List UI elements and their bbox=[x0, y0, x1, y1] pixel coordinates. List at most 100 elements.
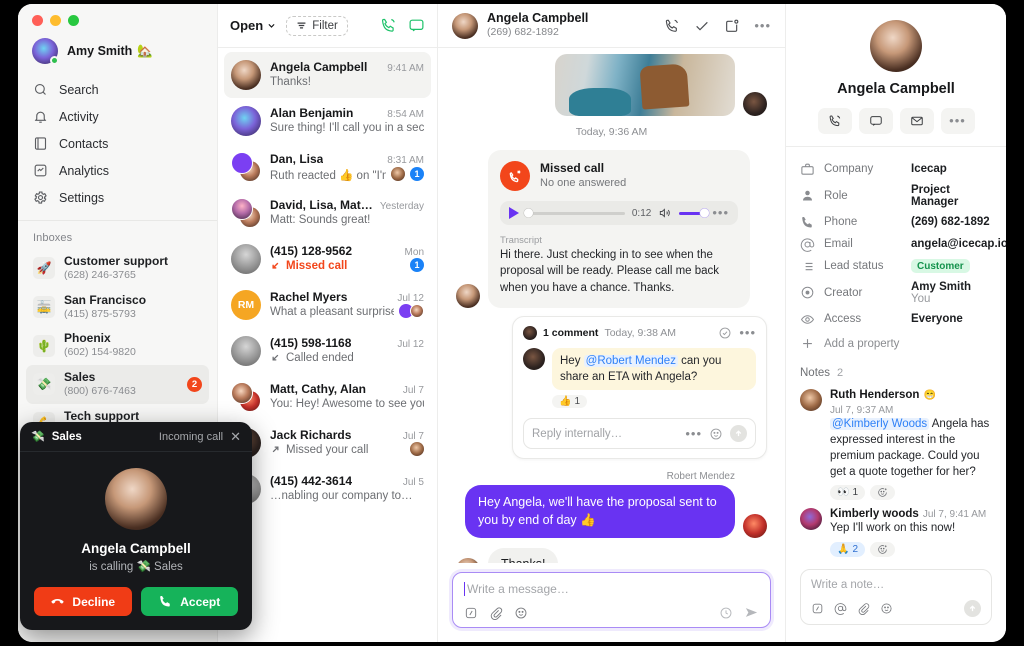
new-message-icon[interactable] bbox=[408, 17, 425, 34]
property-key: Lead status bbox=[824, 260, 884, 272]
note-composer[interactable]: Write a note… bbox=[800, 569, 992, 626]
inbox-item-san-francisco[interactable]: 🚋 San Francisco (415) 875-5793 bbox=[26, 288, 209, 327]
note-text: Yep I'll work on this now! bbox=[830, 522, 956, 535]
new-call-icon[interactable] bbox=[380, 17, 397, 34]
add-reaction-button[interactable] bbox=[870, 485, 896, 501]
inbox-item-phoenix[interactable]: 🌵 Phoenix (602) 154-9820 bbox=[26, 326, 209, 365]
avatar bbox=[231, 106, 261, 136]
play-button[interactable] bbox=[509, 207, 519, 219]
mention-icon[interactable] bbox=[834, 602, 847, 616]
filter-button[interactable]: Filter bbox=[286, 15, 348, 36]
reply-more-icon[interactable]: ••• bbox=[685, 427, 702, 440]
property-access[interactable]: Access Everyone bbox=[800, 308, 992, 330]
property-lead-status[interactable]: Lead status Customer bbox=[800, 255, 992, 277]
conversation-item[interactable]: Jack Richards Jul 7 Missed your call bbox=[224, 420, 431, 466]
photo-attachment[interactable] bbox=[555, 54, 735, 116]
eye-icon bbox=[800, 314, 815, 324]
conversation-item[interactable]: Angela Campbell 9:41 AM Thanks! bbox=[224, 52, 431, 98]
conversation-item[interactable]: RM Rachel Myers Jul 12 What a pleasant s… bbox=[224, 282, 431, 328]
comment-mention[interactable]: @Robert Mendez bbox=[583, 354, 678, 367]
message-composer[interactable]: Write a message… bbox=[452, 571, 771, 628]
send-note-button[interactable] bbox=[964, 600, 981, 618]
volume-knob[interactable] bbox=[700, 208, 710, 218]
conversation-time: Jul 7 bbox=[402, 431, 424, 442]
more-options-icon[interactable]: ••• bbox=[754, 19, 771, 32]
note-reaction[interactable]: 🙏 2 bbox=[830, 542, 866, 558]
conversation-time: 8:54 AM bbox=[387, 109, 424, 120]
open-filter-dropdown[interactable]: Open bbox=[230, 18, 276, 33]
resolve-comment-icon[interactable] bbox=[718, 326, 732, 340]
current-user[interactable]: Amy Smith 🏡 bbox=[18, 26, 217, 74]
template-icon[interactable] bbox=[464, 606, 478, 620]
sidebar-item-settings[interactable]: Settings bbox=[26, 184, 209, 211]
audio-player[interactable]: 0:12 ••• bbox=[500, 201, 738, 225]
sidebar-item-activity[interactable]: Activity bbox=[26, 103, 209, 130]
conversation-preview: Missed your call bbox=[286, 444, 369, 456]
audio-more-icon[interactable]: ••• bbox=[712, 206, 729, 219]
minimize-window-button[interactable] bbox=[50, 15, 61, 26]
note-mention[interactable]: @Kimberly Woods bbox=[830, 418, 930, 430]
conversation-preview: Matt: Sounds great! bbox=[270, 214, 371, 226]
message-icon bbox=[869, 116, 882, 126]
volume-icon[interactable] bbox=[658, 206, 672, 220]
maximize-window-button[interactable] bbox=[68, 15, 79, 26]
message-row: Thanks! bbox=[456, 548, 767, 563]
property-phone[interactable]: Phone (269) 682-1892 bbox=[800, 211, 992, 233]
sidebar-item-search[interactable]: Search bbox=[26, 76, 209, 103]
inbox-item-sales[interactable]: 💸 Sales (800) 676-7463 2 bbox=[26, 364, 209, 404]
call-icon[interactable] bbox=[664, 18, 680, 34]
comment-more-icon[interactable]: ••• bbox=[739, 326, 756, 339]
add-reaction-button[interactable] bbox=[870, 542, 896, 558]
conversation-item[interactable]: David, Lisa, Matt, Alan Yesterday Matt: … bbox=[224, 190, 431, 236]
avatar bbox=[743, 92, 767, 116]
conversation-item[interactable]: (415) 598-1168 Jul 12 Called ended bbox=[224, 328, 431, 374]
volume-slider[interactable] bbox=[679, 208, 710, 218]
attachment-icon[interactable] bbox=[489, 606, 503, 620]
contact-email-button[interactable] bbox=[899, 108, 934, 134]
attachment-icon[interactable] bbox=[857, 602, 870, 616]
reaction-count: 1 bbox=[852, 487, 859, 499]
conversation-item[interactable]: Alan Benjamin 8:54 AM Sure thing! I'll c… bbox=[224, 98, 431, 144]
progress-slider[interactable] bbox=[524, 208, 625, 218]
property-role[interactable]: Role Project Manager bbox=[800, 180, 992, 211]
progress-knob[interactable] bbox=[524, 208, 533, 218]
emoji-icon[interactable] bbox=[514, 606, 528, 620]
messages-area[interactable]: Today, 9:36 AM Missed call No one answer… bbox=[438, 48, 785, 563]
conversation-item[interactable]: Matt, Cathy, Alan Jul 7 You: Hey! Awesom… bbox=[224, 374, 431, 420]
add-property-button[interactable]: Add a property bbox=[800, 330, 992, 351]
send-reply-button[interactable] bbox=[730, 425, 747, 443]
contact-more-button[interactable]: ••• bbox=[940, 108, 975, 134]
conversation-item[interactable]: (415) 128-9562 Mon Missed call 1 bbox=[224, 236, 431, 282]
internal-reply-input[interactable]: Reply internally… ••• bbox=[523, 418, 756, 450]
composer-placeholder: Write a message… bbox=[464, 581, 759, 596]
resolve-check-icon[interactable] bbox=[694, 18, 710, 34]
conversation-item[interactable]: Dan, Lisa 8:31 AM Ruth reacted 👍 on "I'm… bbox=[224, 144, 431, 190]
conversation-time: 8:31 AM bbox=[387, 155, 424, 166]
close-window-button[interactable] bbox=[32, 15, 43, 26]
emoji-icon[interactable] bbox=[709, 427, 723, 441]
inbox-item-customer-support[interactable]: 🚀 Customer support (628) 246-3765 bbox=[26, 249, 209, 288]
emoji-icon[interactable] bbox=[880, 602, 893, 615]
property-email[interactable]: Email angela@icecap.io bbox=[800, 233, 1006, 255]
comment-reaction[interactable]: 👍 1 bbox=[552, 395, 588, 409]
property-key: Creator bbox=[824, 286, 863, 299]
property-creator[interactable]: Creator Amy Smith You bbox=[800, 277, 992, 308]
contact-call-button[interactable] bbox=[817, 108, 852, 134]
contact-message-button[interactable] bbox=[858, 108, 893, 134]
snooze-icon[interactable] bbox=[724, 18, 740, 34]
note-reaction[interactable]: 👀 1 bbox=[830, 485, 866, 501]
template-icon[interactable] bbox=[811, 602, 824, 615]
avatar bbox=[391, 167, 405, 181]
conversation-item[interactable]: (415) 442-3614 Jul 5 …nabling our compan… bbox=[224, 466, 431, 512]
property-company[interactable]: Company Icecap bbox=[800, 158, 992, 180]
comment-count: 1 comment bbox=[543, 326, 599, 339]
property-value: angela@icecap.io bbox=[911, 238, 1006, 250]
sidebar-item-analytics[interactable]: Analytics bbox=[26, 157, 209, 184]
close-icon[interactable]: ✕ bbox=[230, 430, 241, 443]
send-icon[interactable] bbox=[744, 605, 759, 620]
decline-call-button[interactable]: Decline bbox=[34, 587, 132, 616]
accept-call-button[interactable]: Accept bbox=[140, 587, 238, 616]
conversation-time: Mon bbox=[404, 247, 424, 258]
sidebar-item-contacts[interactable]: Contacts bbox=[26, 130, 209, 157]
schedule-clock-icon[interactable] bbox=[719, 606, 733, 620]
